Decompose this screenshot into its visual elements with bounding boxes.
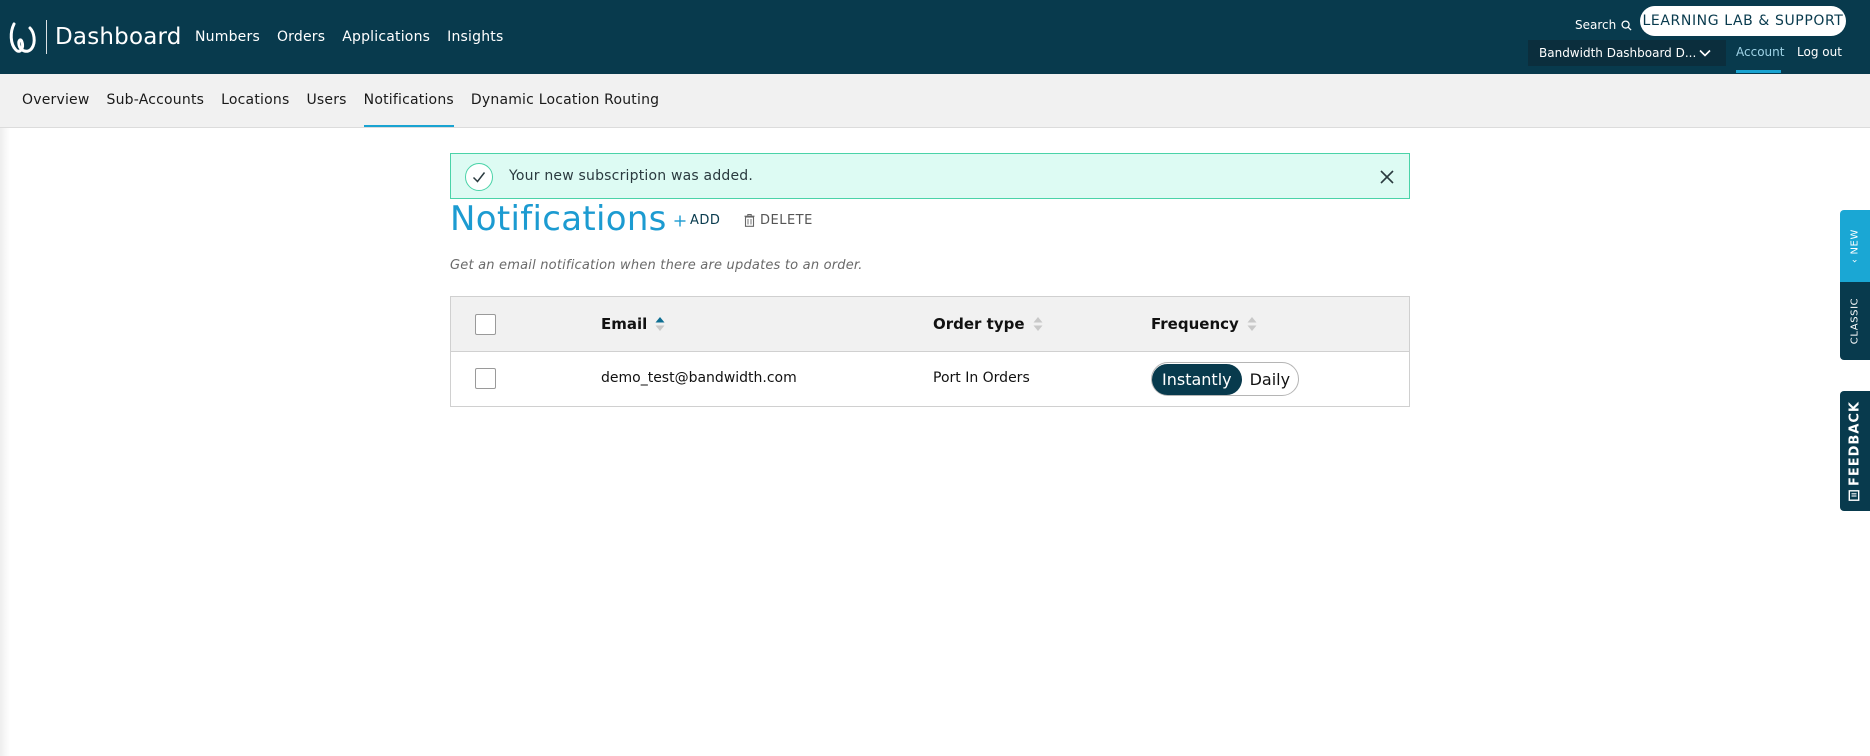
frequency-option-instantly[interactable]: Instantly	[1152, 363, 1242, 395]
page-title: Notifications	[450, 199, 667, 239]
brand-title[interactable]: Dashboard	[55, 24, 182, 50]
sub-nav: Overview Sub-Accounts Locations Users No…	[0, 74, 1870, 128]
page-subtitle: Get an email notification when there are…	[450, 258, 863, 273]
success-alert: Your new subscription was added.	[450, 153, 1410, 199]
side-tab-new-label: ‹ NEW	[1849, 229, 1861, 263]
bandwidth-logo[interactable]	[8, 18, 40, 58]
sort-icon	[655, 317, 665, 331]
add-button[interactable]: ADD	[674, 213, 720, 228]
subnav-item-locations[interactable]: Locations	[221, 92, 289, 108]
search-icon	[1621, 19, 1632, 31]
column-frequency-label: Frequency	[1151, 315, 1239, 333]
row-email: demo_test@bandwidth.com	[601, 370, 797, 386]
logout-link[interactable]: Log out	[1797, 45, 1842, 59]
notifications-table: Email Order type Frequency demo_test@ban…	[450, 296, 1410, 407]
alert-message: Your new subscription was added.	[509, 168, 754, 184]
feedback-icon	[1848, 490, 1860, 501]
column-header-order-type[interactable]: Order type	[933, 315, 1043, 333]
learning-lab-support-button[interactable]: LEARNING LAB & SUPPORT	[1640, 6, 1846, 36]
subnav-item-users[interactable]: Users	[306, 92, 346, 108]
check-icon	[465, 163, 493, 191]
top-header: Dashboard Numbers Orders Applications In…	[0, 0, 1870, 74]
nav-orders[interactable]: Orders	[277, 29, 325, 45]
side-tab-classic[interactable]: CLASSIC	[1840, 282, 1870, 360]
search-label: Search	[1575, 18, 1617, 32]
left-edge-shade	[0, 128, 10, 756]
main-nav: Numbers Orders Applications Insights	[195, 29, 503, 45]
table-header: Email Order type Frequency	[451, 297, 1409, 352]
sort-icon	[1247, 317, 1257, 331]
search-link[interactable]: Search	[1575, 18, 1632, 32]
column-header-email[interactable]: Email	[601, 315, 665, 333]
side-tab-feedback-text: FEEDBACK	[1847, 400, 1863, 487]
sort-icon	[1033, 317, 1043, 331]
subnav-item-sub-accounts[interactable]: Sub-Accounts	[107, 92, 205, 108]
side-tab-new-text: NEW	[1849, 229, 1861, 255]
nav-numbers[interactable]: Numbers	[195, 29, 260, 45]
nav-insights[interactable]: Insights	[447, 29, 503, 45]
subnav-item-overview[interactable]: Overview	[22, 92, 90, 108]
delete-button[interactable]: DELETE	[744, 213, 813, 228]
trash-icon	[744, 214, 755, 227]
select-all-checkbox[interactable]	[475, 314, 496, 335]
subnav-item-notifications[interactable]: Notifications	[363, 92, 455, 127]
subnav-item-dynamic-location-routing[interactable]: Dynamic Location Routing	[471, 92, 659, 108]
table-row: demo_test@bandwidth.com Port In Orders I…	[451, 352, 1409, 406]
side-tab-classic-label: CLASSIC	[1849, 297, 1861, 345]
nav-applications[interactable]: Applications	[342, 29, 430, 45]
chevron-down-icon	[1699, 49, 1711, 57]
delete-label: DELETE	[760, 213, 813, 228]
column-header-frequency[interactable]: Frequency	[1151, 315, 1257, 333]
account-link[interactable]: Account	[1736, 45, 1784, 59]
side-tab-feedback[interactable]: FEEDBACK	[1840, 391, 1870, 511]
account-selector-value: Bandwidth Dashboard D...	[1539, 46, 1697, 60]
account-selector[interactable]: Bandwidth Dashboard D...	[1528, 40, 1726, 66]
plus-icon	[674, 215, 686, 226]
row-order-type: Port In Orders	[933, 370, 1030, 386]
account-active-indicator	[1736, 70, 1781, 73]
row-checkbox[interactable]	[475, 368, 496, 389]
side-tab-new[interactable]: ‹ NEW	[1840, 210, 1870, 282]
frequency-toggle: Instantly Daily	[1151, 362, 1300, 396]
column-email-label: Email	[601, 315, 648, 333]
frequency-option-daily[interactable]: Daily	[1242, 364, 1298, 395]
side-tab-feedback-label: FEEDBACK	[1848, 401, 1863, 501]
add-label: ADD	[690, 213, 721, 228]
column-order-type-label: Order type	[933, 315, 1025, 333]
close-icon[interactable]	[1377, 167, 1397, 187]
brand-divider	[46, 20, 47, 54]
